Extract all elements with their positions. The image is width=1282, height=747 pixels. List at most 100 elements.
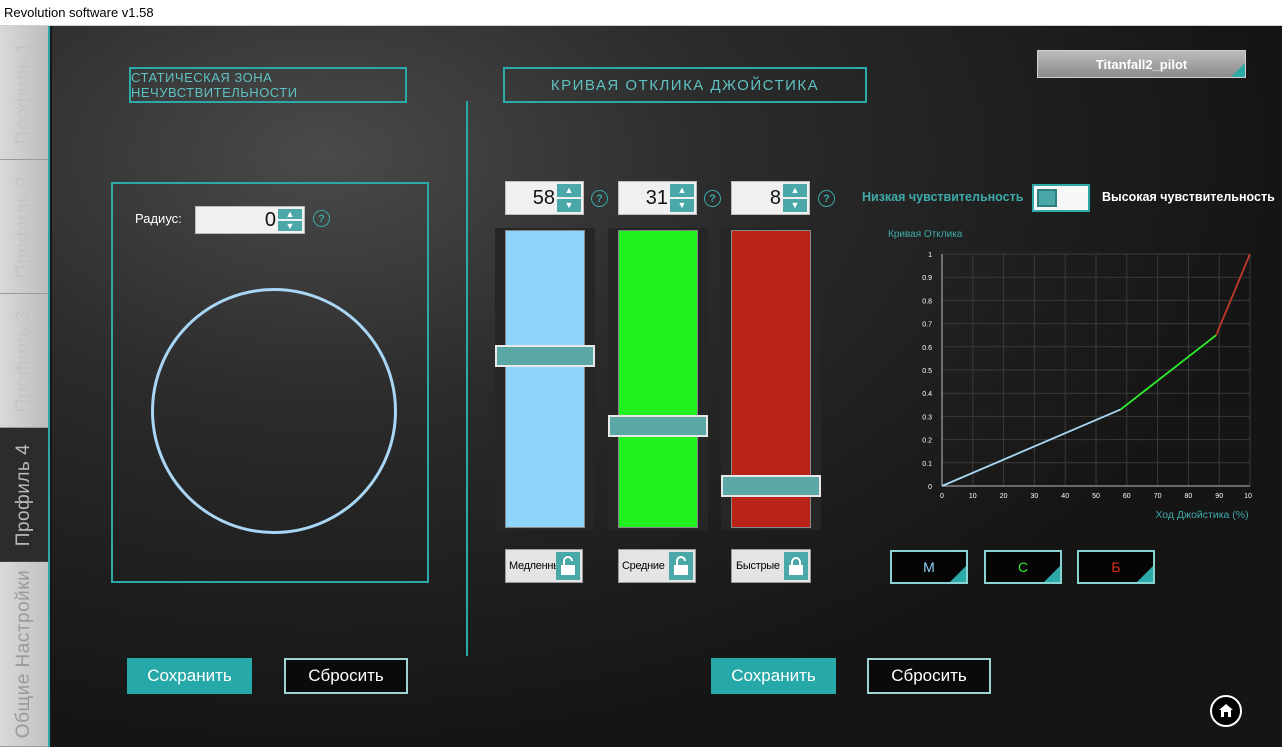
deadzone-panel: Радиус: 0 ▲ ▼ ? <box>111 182 429 583</box>
profile-name-label: Titanfall2_pilot <box>1095 56 1188 72</box>
radius-spinbox[interactable]: 0 ▲ ▼ <box>195 206 305 234</box>
slow-up-button[interactable]: ▲ <box>557 184 581 197</box>
slow-lock-button[interactable]: Медленные <box>505 549 583 583</box>
tab-profile-3[interactable]: Профиль 3 <box>0 294 48 428</box>
tab-general-settings[interactable]: Общие Настройки <box>0 562 48 747</box>
home-icon <box>1219 704 1233 717</box>
x-tick-label: 60 <box>1123 493 1131 500</box>
y-tick-label: 0.4 <box>922 391 932 398</box>
fast-help-icon[interactable]: ? <box>818 190 835 207</box>
window-title: Revolution software v1.58 <box>4 5 154 20</box>
x-tick-label: 0 <box>940 493 944 500</box>
mid-help-icon[interactable]: ? <box>704 190 721 207</box>
curve-mode-b-label: Б <box>1111 559 1121 575</box>
fast-lock-label: Быстрые <box>736 560 780 572</box>
profile-sidebar: Профиль 1 Профиль 2 Профиль 3 Профиль 4 … <box>0 26 50 747</box>
slow-help-icon[interactable]: ? <box>591 190 608 207</box>
tab-profile-1[interactable]: Профиль 1 <box>0 26 48 160</box>
tab-profile-4-label: Профиль 4 <box>13 443 34 546</box>
radius-down-button[interactable]: ▼ <box>278 221 302 231</box>
radius-value: 0 <box>264 209 276 231</box>
deadzone-reset-button[interactable]: Сбросить <box>284 658 408 694</box>
tab-profile-3-label: Профиль 3 <box>13 309 34 412</box>
y-tick-label: 0.1 <box>922 461 932 468</box>
tab-profile-1-label: Профиль 1 <box>13 41 34 144</box>
y-tick-label: 0.2 <box>922 438 932 445</box>
y-tick-label: 0.7 <box>922 322 932 329</box>
deadzone-save-button[interactable]: Сохранить <box>127 658 252 694</box>
lock-icon <box>784 552 808 580</box>
curve-mode-s-label: С <box>1017 559 1029 575</box>
x-tick-label: 70 <box>1154 493 1162 500</box>
slow-spin-arrows: ▲ ▼ <box>557 184 581 212</box>
sensitivity-toggle[interactable] <box>1032 184 1090 212</box>
home-button[interactable] <box>1210 695 1242 727</box>
tab-general-settings-label: Общие Настройки <box>13 569 34 739</box>
unlock-icon <box>669 552 693 580</box>
y-tick-label: 1 <box>928 252 932 259</box>
fast-up-button[interactable]: ▲ <box>783 184 807 197</box>
mid-lock-label: Средние <box>622 560 665 572</box>
toggle-knob[interactable] <box>1037 189 1057 207</box>
slow-value: 58 <box>532 187 555 209</box>
x-tick-label: 30 <box>1031 493 1039 500</box>
mid-slider-fill <box>618 230 698 528</box>
x-tick-label: 80 <box>1185 493 1193 500</box>
unlock-icon <box>556 552 580 580</box>
corner-accent <box>950 566 966 582</box>
slow-slider-fill <box>505 230 585 528</box>
sensitivity-high-label: Высокая чувствительность <box>1102 190 1275 204</box>
x-tick-label: 40 <box>1061 493 1069 500</box>
x-tick-label: 20 <box>1000 493 1008 500</box>
deadzone-title: СТАТИЧЕСКАЯ ЗОНА НЕЧУВСТВИТЕЛЬНОСТИ <box>129 67 407 103</box>
mid-slider-handle[interactable] <box>608 415 708 437</box>
fast-lock-button[interactable]: Быстрые <box>731 549 811 583</box>
fast-spin-arrows: ▲ ▼ <box>783 184 807 212</box>
profile-name-button[interactable]: Titanfall2_pilot <box>1037 50 1246 78</box>
fast-spinbox[interactable]: 8 ▲ ▼ <box>731 181 810 215</box>
section-divider <box>466 101 468 656</box>
curve-reset-button[interactable]: Сбросить <box>867 658 991 694</box>
corner-accent <box>1137 566 1153 582</box>
mid-down-button[interactable]: ▼ <box>670 199 694 212</box>
fast-slider[interactable] <box>721 228 821 530</box>
fast-down-button[interactable]: ▼ <box>783 199 807 212</box>
response-curve-chart: 0 10 20 30 40 50 60 70 80 90 100 0 0.1 0.2 0.3 0.4 0.5 0.… <box>862 244 1252 544</box>
fast-value: 8 <box>769 187 781 209</box>
radius-up-button[interactable]: ▲ <box>278 209 302 219</box>
corner-accent <box>1231 63 1245 77</box>
y-tick-label: 0.9 <box>922 275 932 282</box>
slow-spinbox[interactable]: 58 ▲ ▼ <box>505 181 584 215</box>
curve-mode-m-label: М <box>923 559 935 575</box>
app-frame: Профиль 1 Профиль 2 Профиль 3 Профиль 4 … <box>0 26 1282 747</box>
curve-save-button[interactable]: Сохранить <box>711 658 836 694</box>
title-bar: Revolution software v1.58 <box>0 0 1282 26</box>
radius-label: Радиус: <box>135 211 182 226</box>
tab-profile-2[interactable]: Профиль 2 <box>0 160 48 294</box>
x-tick-label: 100 <box>1244 493 1252 500</box>
radius-help-icon[interactable]: ? <box>313 210 330 227</box>
tab-profile-2-label: Профиль 2 <box>13 175 34 278</box>
sensitivity-low-label: Низкая чувствительность <box>862 190 1024 204</box>
chart-svg: 0 10 20 30 40 50 60 70 80 90 100 0 0.1 0.2 0.3 0.4 0.5 0.… <box>922 252 1252 500</box>
y-tick-label: 0.8 <box>922 298 932 305</box>
mid-spinbox[interactable]: 31 ▲ ▼ <box>618 181 697 215</box>
chart-x-axis-label: Ход Джойстика (%) <box>1155 509 1249 521</box>
tab-profile-4[interactable]: Профиль 4 <box>0 428 48 562</box>
mid-lock-button[interactable]: Средние <box>618 549 696 583</box>
curve-mode-s-button[interactable]: С <box>984 550 1062 584</box>
curve-mode-b-button[interactable]: Б <box>1077 550 1155 584</box>
slow-slider[interactable] <box>495 228 595 530</box>
curve-series-2 <box>1215 253 1251 336</box>
y-tick-label: 0.3 <box>922 414 932 421</box>
main-panel: СТАТИЧЕСКАЯ ЗОНА НЕЧУВСТВИТЕЛЬНОСТИ КРИВ… <box>52 26 1282 747</box>
slow-slider-handle[interactable] <box>495 345 595 367</box>
slow-down-button[interactable]: ▼ <box>557 199 581 212</box>
deadzone-circle <box>151 288 397 534</box>
curve-title: КРИВАЯ ОТКЛИКА ДЖОЙСТИКА <box>503 67 867 103</box>
mid-up-button[interactable]: ▲ <box>670 184 694 197</box>
mid-slider[interactable] <box>608 228 708 530</box>
fast-slider-handle[interactable] <box>721 475 821 497</box>
x-tick-label: 10 <box>969 493 977 500</box>
curve-mode-m-button[interactable]: М <box>890 550 968 584</box>
